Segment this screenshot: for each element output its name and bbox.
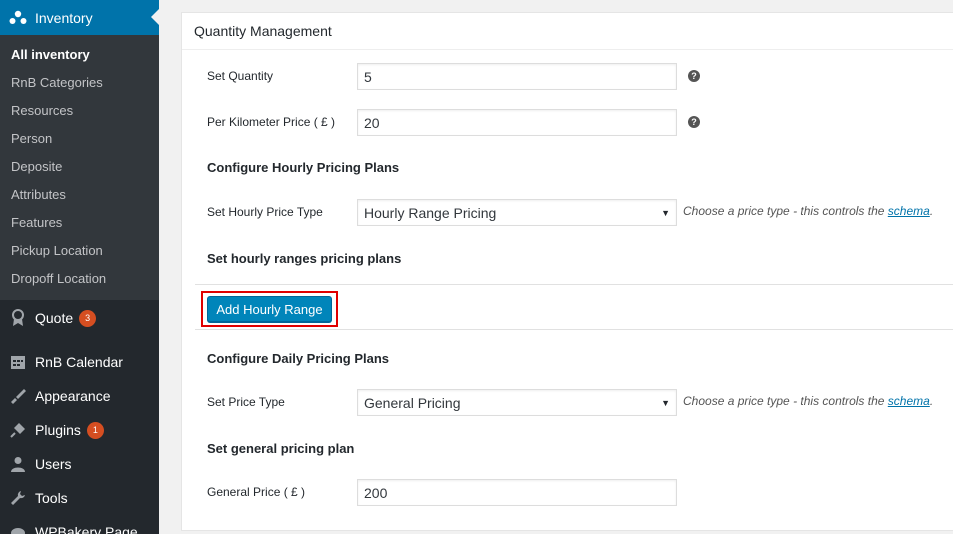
inventory-submenu: All inventory RnB Categories Resources P… bbox=[0, 35, 159, 300]
hourly-pricing-heading: Configure Hourly Pricing Plans bbox=[207, 160, 400, 175]
hourly-price-type-description: Choose a price type - this controls the … bbox=[683, 204, 933, 218]
add-hourly-range-button[interactable]: Add Hourly Range bbox=[207, 296, 332, 322]
hourly-ranges-heading: Set hourly ranges pricing plans bbox=[207, 251, 402, 266]
price-type-value: General Pricing bbox=[364, 394, 461, 411]
help-icon[interactable]: ? bbox=[688, 116, 700, 128]
schema-link[interactable]: schema bbox=[888, 204, 930, 218]
set-quantity-input[interactable] bbox=[357, 63, 677, 90]
admin-sidebar: Inventory All inventory RnB Categories R… bbox=[0, 0, 159, 534]
users-group-icon bbox=[8, 8, 28, 28]
hourly-range-toolbar: Add Hourly Range bbox=[195, 284, 953, 330]
award-icon bbox=[8, 308, 28, 328]
daily-pricing-heading: Configure Daily Pricing Plans bbox=[207, 351, 390, 366]
wpbakery-icon bbox=[8, 522, 28, 534]
menu-plugins-label: Plugins bbox=[35, 422, 81, 438]
menu-rnb-calendar[interactable]: RnB Calendar bbox=[0, 345, 159, 379]
paintbrush-icon bbox=[8, 386, 28, 406]
price-desc-end: . bbox=[929, 394, 934, 408]
menu-wpbakery[interactable]: WPBakery Page bbox=[0, 515, 159, 534]
calendar-icon bbox=[8, 352, 28, 372]
menu-calendar-label: RnB Calendar bbox=[35, 354, 123, 370]
hourly-desc-text: Choose a price type - this controls the bbox=[683, 204, 888, 218]
price-type-select[interactable]: General Pricing ▼ bbox=[357, 389, 677, 416]
per-km-price-label: Per Kilometer Price ( £ ) bbox=[207, 115, 336, 129]
submenu-all-inventory[interactable]: All inventory bbox=[0, 41, 159, 69]
wrench-icon bbox=[8, 488, 28, 508]
hourly-price-type-value: Hourly Range Pricing bbox=[364, 204, 497, 221]
price-desc-text: Choose a price type - this controls the bbox=[683, 394, 888, 408]
menu-quote-label: Quote bbox=[35, 310, 74, 326]
menu-quote[interactable]: Quote 3 bbox=[0, 301, 159, 335]
per-km-price-input[interactable] bbox=[357, 109, 677, 136]
menu-appearance-label: Appearance bbox=[35, 388, 111, 404]
submenu-deposite[interactable]: Deposite bbox=[0, 153, 159, 181]
current-menu-arrow bbox=[151, 9, 159, 25]
main-content: Quantity Management Set Quantity ? Per K… bbox=[159, 0, 953, 534]
submenu-person[interactable]: Person bbox=[0, 125, 159, 153]
quantity-management-panel: Quantity Management Set Quantity ? Per K… bbox=[181, 12, 953, 531]
submenu-rnb-categories[interactable]: RnB Categories bbox=[0, 69, 159, 97]
price-type-label: Set Price Type bbox=[207, 395, 285, 409]
menu-inventory-label: Inventory bbox=[35, 9, 93, 26]
submenu-pickup-location[interactable]: Pickup Location bbox=[0, 237, 159, 265]
highlight-box: Add Hourly Range bbox=[201, 291, 338, 327]
menu-users-label: Users bbox=[35, 456, 72, 472]
menu-inventory[interactable]: Inventory bbox=[0, 0, 159, 35]
menu-tools[interactable]: Tools bbox=[0, 481, 159, 515]
chevron-down-icon: ▼ bbox=[661, 397, 670, 408]
user-icon bbox=[8, 454, 28, 474]
submenu-dropoff-location[interactable]: Dropoff Location bbox=[0, 265, 159, 293]
plug-icon bbox=[8, 420, 28, 440]
hourly-desc-end: . bbox=[929, 204, 934, 218]
panel-title: Quantity Management bbox=[182, 13, 953, 50]
general-price-input[interactable] bbox=[357, 479, 677, 506]
submenu-resources[interactable]: Resources bbox=[0, 97, 159, 125]
menu-users[interactable]: Users bbox=[0, 447, 159, 481]
hourly-price-type-select[interactable]: Hourly Range Pricing ▼ bbox=[357, 199, 677, 226]
menu-separator bbox=[0, 335, 159, 345]
menu-plugins[interactable]: Plugins 1 bbox=[0, 413, 159, 447]
submenu-features[interactable]: Features bbox=[0, 209, 159, 237]
schema-link[interactable]: schema bbox=[888, 394, 930, 408]
plugins-count-badge: 1 bbox=[86, 421, 104, 439]
submenu-attributes[interactable]: Attributes bbox=[0, 181, 159, 209]
general-price-label: General Price ( £ ) bbox=[207, 485, 306, 499]
menu-wpbakery-label: WPBakery Page bbox=[35, 524, 138, 534]
price-type-description: Choose a price type - this controls the … bbox=[683, 394, 933, 408]
menu-appearance[interactable]: Appearance bbox=[0, 379, 159, 413]
general-pricing-heading: Set general pricing plan bbox=[207, 441, 355, 456]
set-quantity-label: Set Quantity bbox=[207, 69, 274, 83]
help-icon[interactable]: ? bbox=[688, 70, 700, 82]
hourly-price-type-label: Set Hourly Price Type bbox=[207, 205, 323, 219]
quote-count-badge: 3 bbox=[79, 309, 97, 327]
menu-tools-label: Tools bbox=[35, 490, 68, 506]
chevron-down-icon: ▼ bbox=[661, 207, 670, 218]
